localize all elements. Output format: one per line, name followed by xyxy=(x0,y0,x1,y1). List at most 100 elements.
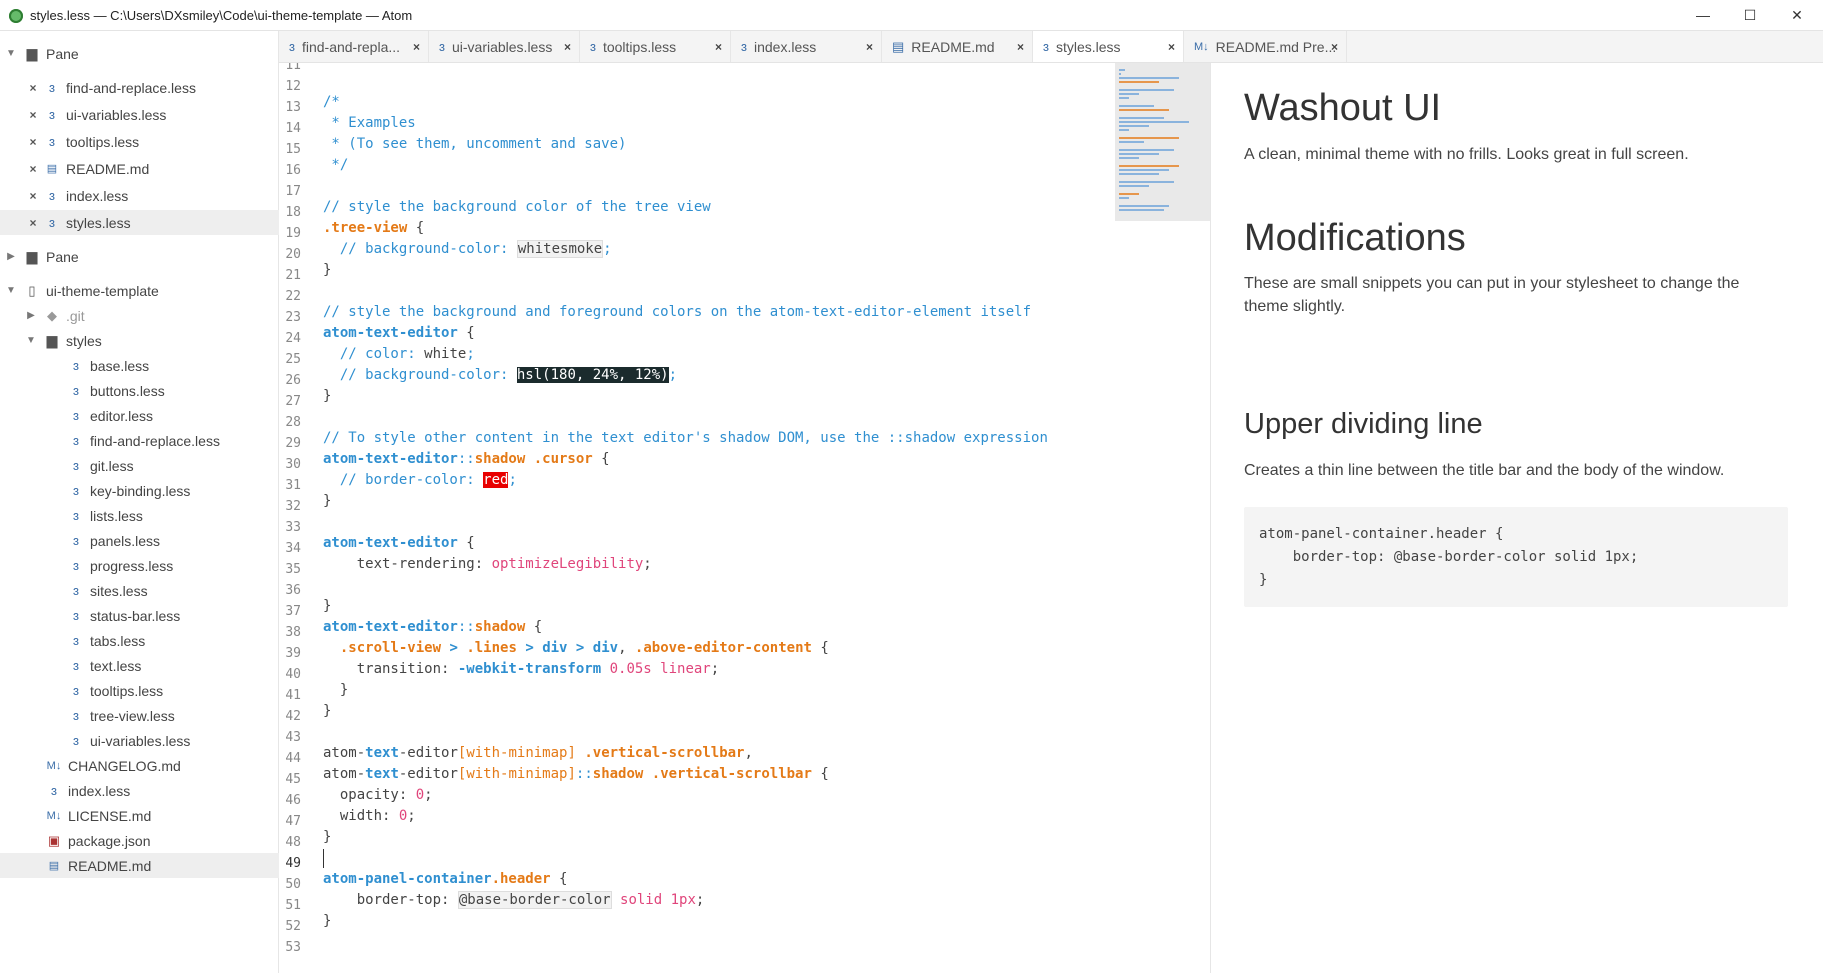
open-file-item[interactable]: × ɜ ui-variables.less xyxy=(0,102,306,127)
less-file-icon: ɜ xyxy=(73,608,79,623)
code-line[interactable]: * (To see them, uncomment and save) xyxy=(323,134,626,155)
chevron-right-icon[interactable]: ▶ xyxy=(6,251,16,262)
code-editor[interactable]: 11 12 13 14 15 16 17 18 19 20 21 22 23 24 25 26 27 28 29 30… xyxy=(279,63,1211,973)
line-number: 34 xyxy=(285,541,301,556)
file-item[interactable]: ▣ package.json xyxy=(0,828,324,853)
minimap-line xyxy=(1119,93,1139,95)
minimap-line xyxy=(1119,121,1189,123)
code-line[interactable]: // background-color: hsl(180, 24%, 12%); xyxy=(323,365,677,386)
code-line[interactable]: atom-text-editor::shadow { xyxy=(323,617,542,638)
close-icon[interactable]: × xyxy=(28,189,38,203)
code-line[interactable]: atom-text-editor { xyxy=(323,323,475,344)
code-line[interactable]: .scroll-view > .lines > div > div, .abov… xyxy=(323,638,829,659)
code-line[interactable]: opacity: 0; xyxy=(323,785,433,806)
code-line[interactable]: // style the background color of the tre… xyxy=(323,197,711,218)
less-file-icon: ɜ xyxy=(73,408,79,423)
code-line[interactable]: border-top: @base-border-color solid 1px… xyxy=(323,890,704,911)
chevron-right-icon[interactable]: ▶ xyxy=(26,310,36,321)
code-line[interactable]: atom-text-editor { xyxy=(323,533,475,554)
tab-tooltips[interactable]: ɜ tooltips.less × xyxy=(580,31,731,62)
code-line[interactable]: // style the background and foreground c… xyxy=(323,302,1031,323)
minimap-line xyxy=(1119,117,1164,119)
chevron-down-icon[interactable]: ▼ xyxy=(6,285,16,296)
open-file-item-selected[interactable]: × ɜ styles.less xyxy=(0,210,306,235)
code-line[interactable]: .tree-view { xyxy=(323,218,424,239)
code-line[interactable]: */ xyxy=(323,155,348,176)
close-icon[interactable]: × xyxy=(1168,40,1175,54)
line-number: 32 xyxy=(285,499,301,514)
chevron-down-icon[interactable]: ▼ xyxy=(6,48,16,59)
code-line[interactable]: } xyxy=(323,701,331,722)
tab-find-and-replace[interactable]: ɜ find-and-repla... × xyxy=(279,31,429,62)
code-line[interactable]: // To style other content in the text ed… xyxy=(323,428,1048,449)
close-icon[interactable]: × xyxy=(28,135,38,149)
less-file-icon: ɜ xyxy=(590,39,596,54)
close-icon[interactable]: × xyxy=(1017,40,1024,54)
close-icon[interactable]: × xyxy=(866,40,873,54)
code-line[interactable]: /* xyxy=(323,92,340,113)
less-file-icon: ɜ xyxy=(73,558,79,573)
open-file-item[interactable]: × ɜ index.less xyxy=(0,183,306,208)
close-icon[interactable]: × xyxy=(28,108,38,122)
minimap[interactable] xyxy=(1115,63,1210,221)
code-line[interactable]: } xyxy=(323,260,331,281)
git-folder[interactable]: ▶ ◆ .git xyxy=(0,303,304,328)
project-root[interactable]: ▼ ▯ ui-theme-template xyxy=(0,278,284,303)
tab-index[interactable]: ɜ index.less × xyxy=(731,31,882,62)
code-line[interactable]: } xyxy=(323,911,331,932)
code-line[interactable]: } xyxy=(323,386,331,407)
close-icon[interactable]: × xyxy=(413,40,420,54)
code-line[interactable]: atom-text-editor[with-minimap]::shadow .… xyxy=(323,764,829,785)
close-icon[interactable]: × xyxy=(28,81,38,95)
pane-header[interactable]: ▼ ▆ Pane xyxy=(0,41,284,66)
code-line[interactable]: transition: -webkit-transform 0.05s line… xyxy=(323,659,719,680)
file-item[interactable]: M↓ CHANGELOG.md xyxy=(0,753,324,778)
code-line[interactable]: } xyxy=(323,680,348,701)
code-line[interactable]: // background-color: whitesmoke; xyxy=(323,239,612,260)
code-line[interactable]: * Examples xyxy=(323,113,415,134)
close-icon[interactable]: × xyxy=(28,162,38,176)
open-file-item[interactable]: × ▤ README.md xyxy=(0,156,306,181)
line-number: 52 xyxy=(285,919,301,934)
file-item-selected[interactable]: ▤ README.md xyxy=(0,853,324,878)
open-file-item[interactable]: × ɜ tooltips.less xyxy=(0,129,306,154)
code-line[interactable]: } xyxy=(323,827,331,848)
close-icon[interactable]: × xyxy=(715,40,722,54)
book-icon: ▤ xyxy=(48,860,60,872)
file-item[interactable]: M↓ LICENSE.md xyxy=(0,803,324,828)
open-file-item[interactable]: × ɜ find-and-replace.less xyxy=(0,75,306,100)
book-icon: ▤ xyxy=(892,38,905,54)
close-icon[interactable]: × xyxy=(28,216,38,230)
minimize-button[interactable]: — xyxy=(1680,0,1726,30)
less-file-icon: ɜ xyxy=(73,583,79,598)
preview-paragraph: These are small snippets you can put in … xyxy=(1244,275,1740,315)
code-line[interactable]: // color: white; xyxy=(323,344,475,365)
line-number: 44 xyxy=(285,751,301,766)
code-line[interactable]: atom-text-editor[with-minimap] .vertical… xyxy=(323,743,753,764)
file-item[interactable]: ɜ index.less xyxy=(0,778,324,803)
close-window-button[interactable]: ✕ xyxy=(1774,0,1820,30)
tab-styles-active[interactable]: ɜ styles.less × xyxy=(1033,31,1184,62)
pane-header[interactable]: ▶ ▆ Pane xyxy=(0,244,284,269)
line-number: 47 xyxy=(285,814,301,829)
code-line[interactable]: width: 0; xyxy=(323,806,416,827)
line-number: 50 xyxy=(285,877,301,892)
tab-readme[interactable]: ▤ README.md × xyxy=(882,31,1033,62)
chevron-down-icon[interactable]: ▼ xyxy=(26,335,36,346)
code-line[interactable]: atom-text-editor::shadow .cursor { xyxy=(323,449,610,470)
styles-folder[interactable]: ▼ ▆ styles xyxy=(0,328,304,353)
repo-icon: ▯ xyxy=(28,282,36,298)
close-icon[interactable]: × xyxy=(564,40,571,54)
maximize-button[interactable]: ☐ xyxy=(1727,0,1773,30)
code-line[interactable]: // border-color: red; xyxy=(323,470,517,491)
tab-readme-preview[interactable]: M↓ README.md Pre... × xyxy=(1184,31,1347,62)
code-line[interactable]: } xyxy=(323,596,331,617)
code-line[interactable]: text-rendering: optimizeLegibility; xyxy=(323,554,652,575)
code-line[interactable]: } xyxy=(323,491,331,512)
code-line[interactable]: atom-panel-container.header { xyxy=(323,869,567,890)
tab-ui-variables[interactable]: ɜ ui-variables.less × xyxy=(429,31,580,62)
close-icon[interactable]: × xyxy=(1331,40,1338,54)
line-number: 21 xyxy=(285,268,301,283)
line-number: 24 xyxy=(285,331,301,346)
title-bar: styles.less — C:\Users\DXsmiley\Code\ui-… xyxy=(0,0,1823,31)
